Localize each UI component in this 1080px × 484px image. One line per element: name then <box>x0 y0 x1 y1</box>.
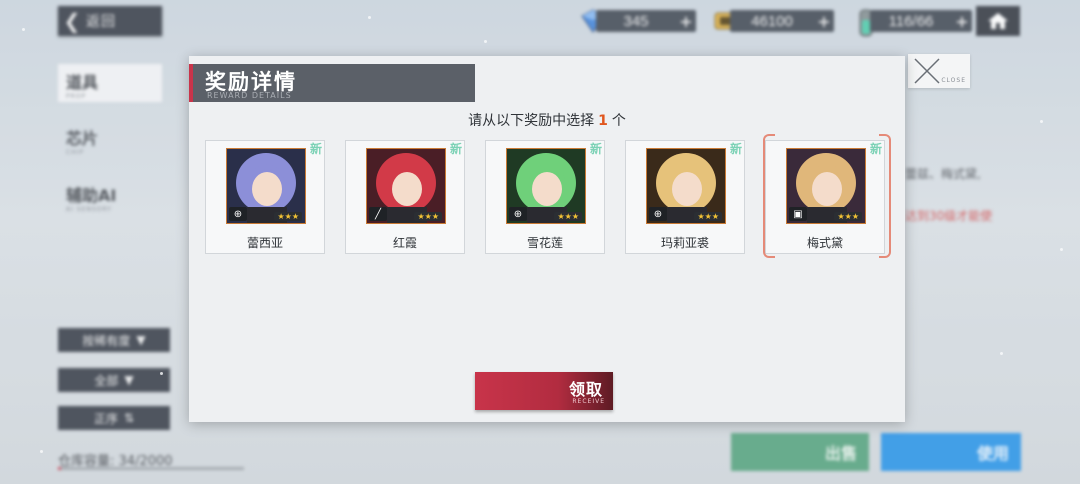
character-portrait: ⊕ ★★★ <box>646 148 726 224</box>
new-tag: 新 <box>589 142 602 156</box>
rarity-stars: ★★★ <box>834 212 862 221</box>
new-tag: 新 <box>309 142 322 156</box>
selection-instruction: 请从以下奖励中选择 1 个 <box>189 110 905 130</box>
close-label: CLOSE <box>941 77 966 84</box>
reward-card[interactable]: ╱ ★★★ 新红霞 <box>345 140 465 254</box>
instruction-prefix: 请从以下奖励中选择 <box>468 113 595 129</box>
rarity-stars: ★★★ <box>414 212 442 221</box>
reward-card[interactable]: ⊕ ★★★ 新雪花莲 <box>485 140 605 254</box>
rarity-stars: ★★★ <box>694 212 722 221</box>
new-tag: 新 <box>449 142 462 156</box>
character-portrait: ▣ ★★★ <box>786 148 866 224</box>
reward-dialog: 奖励详情 REWARD DETAILS 请从以下奖励中选择 1 个 ⊕ ★★★ 新蕾西亚… <box>189 56 905 422</box>
dialog-header: 奖励详情 REWARD DETAILS <box>189 64 475 102</box>
character-portrait: ⊕ ★★★ <box>506 148 586 224</box>
character-name: 玛莉亚裘 <box>660 236 709 250</box>
blade-icon: ╱ <box>369 207 387 221</box>
shield-icon: ▣ <box>789 207 807 221</box>
character-portrait: ╱ ★★★ <box>366 148 446 224</box>
crosshair-icon: ⊕ <box>229 207 247 221</box>
character-name: 蕾西亚 <box>246 236 283 250</box>
crosshair-icon: ⊕ <box>649 207 667 221</box>
close-button[interactable]: CLOSE <box>908 54 970 88</box>
instruction-suffix: 个 <box>611 113 626 129</box>
reward-card[interactable]: ▣ ★★★ 新梅式黛 <box>765 140 885 254</box>
selection-bracket-left <box>763 134 775 258</box>
selection-bracket-right <box>879 134 891 258</box>
reward-card[interactable]: ⊕ ★★★ 新蕾西亚 <box>205 140 325 254</box>
close-icon <box>914 58 940 84</box>
character-name: 梅式黛 <box>806 236 843 250</box>
receive-button[interactable]: 领取 RECEIVE <box>475 372 613 410</box>
instruction-count: 1 <box>598 113 608 129</box>
receive-sublabel: RECEIVE <box>572 398 605 405</box>
character-name: 雪花莲 <box>526 236 563 250</box>
character-name: 红霞 <box>392 236 417 250</box>
receive-label: 领取 <box>568 380 603 399</box>
reward-card[interactable]: ⊕ ★★★ 新玛莉亚裘 <box>625 140 745 254</box>
rarity-stars: ★★★ <box>554 212 582 221</box>
character-portrait: ⊕ ★★★ <box>226 148 306 224</box>
crosshair-icon: ⊕ <box>509 207 527 221</box>
dialog-subtitle: REWARD DETAILS <box>207 91 292 100</box>
rarity-stars: ★★★ <box>274 212 302 221</box>
new-tag: 新 <box>729 142 742 156</box>
